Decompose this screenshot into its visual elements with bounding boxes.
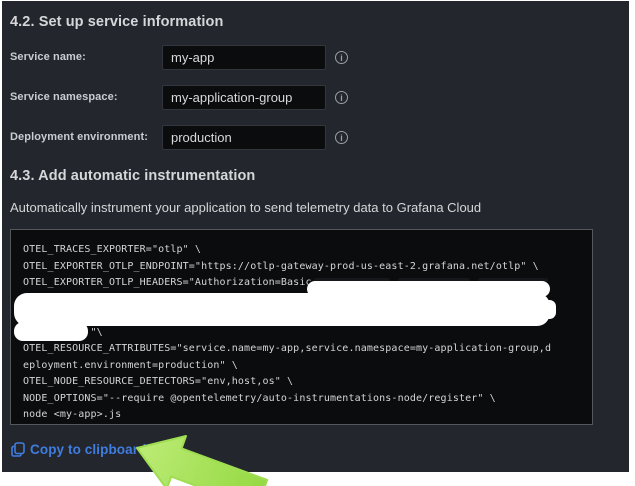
deployment-environment-label: Deployment environment: xyxy=(10,125,148,150)
service-namespace-label: Service namespace: xyxy=(10,85,118,110)
copy-to-clipboard-label: Copy to clipboard xyxy=(30,442,146,457)
redaction-blob xyxy=(14,293,550,326)
service-name-row: Service name: i xyxy=(2,45,629,70)
screenshot-stage: 4.2. Set up service information Service … xyxy=(0,0,635,486)
code-line: OTEL_NODE_RESOURCE_DETECTORS="env,host,o… xyxy=(23,374,580,391)
service-namespace-input[interactable] xyxy=(162,85,326,110)
otel-env-code-block: OTEL_TRACES_EXPORTER="otlp" \ OTEL_EXPOR… xyxy=(10,229,593,425)
copy-icon xyxy=(11,442,25,457)
code-line: eployment.environment=production" \ xyxy=(23,358,580,375)
code-line: NODE_OPTIONS="--require @opentelemetry/a… xyxy=(23,391,580,408)
code-line: "\ xyxy=(23,325,580,342)
code-line: OTEL_RESOURCE_ATTRIBUTES="service.name=m… xyxy=(23,341,580,358)
redaction-blob xyxy=(543,300,556,319)
grafana-setup-panel: 4.2. Set up service information Service … xyxy=(2,1,629,472)
info-icon[interactable]: i xyxy=(335,131,348,144)
redaction-blob xyxy=(14,322,88,341)
deployment-environment-row: Deployment environment: i xyxy=(2,125,629,150)
service-name-input[interactable] xyxy=(162,45,326,70)
code-line: OTEL_EXPORTER_OTLP_ENDPOINT="https://otl… xyxy=(23,259,580,276)
copy-to-clipboard-button[interactable]: Copy to clipboard xyxy=(11,441,146,457)
service-namespace-row: Service namespace: i xyxy=(2,85,629,110)
code-line: OTEL_TRACES_EXPORTER="otlp" \ xyxy=(23,242,580,259)
service-name-label: Service name: xyxy=(10,45,86,70)
info-icon[interactable]: i xyxy=(335,51,348,64)
section-heading-instrumentation: 4.3. Add automatic instrumentation xyxy=(10,168,255,184)
info-icon[interactable]: i xyxy=(335,91,348,104)
deployment-environment-input[interactable] xyxy=(162,125,326,150)
instrumentation-description: Automatically instrument your applicatio… xyxy=(10,200,481,215)
section-heading-service-info: 4.2. Set up service information xyxy=(10,14,223,30)
code-line: node <my-app>.js xyxy=(23,407,580,424)
